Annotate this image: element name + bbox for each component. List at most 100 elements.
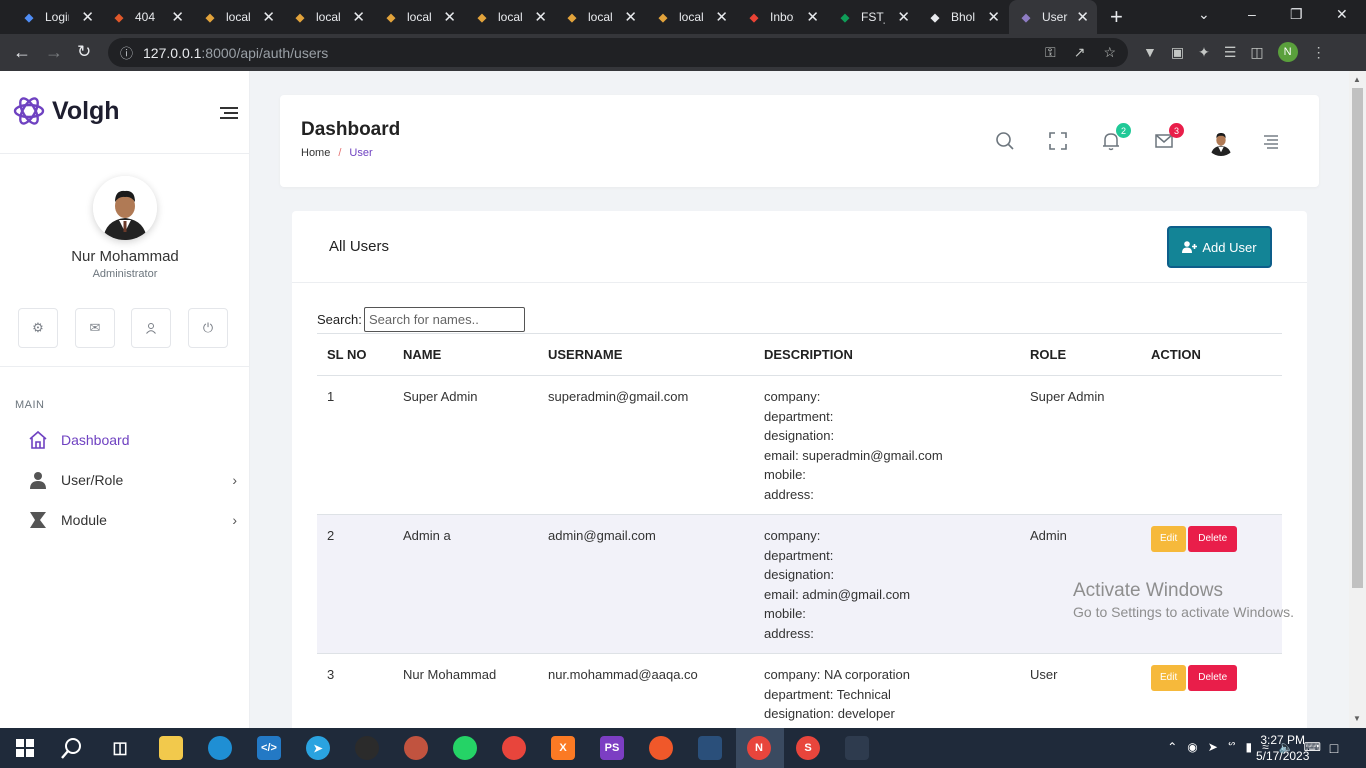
delete-button[interactable]: Delete — [1188, 665, 1238, 691]
vscode-icon[interactable]: </> — [257, 736, 281, 760]
windows-start-icon[interactable] — [13, 736, 37, 760]
close-tab-icon[interactable]: ✕ — [897, 8, 910, 26]
browser-tab[interactable]: ◆ localh ✕ — [193, 0, 283, 34]
column-header-username[interactable]: USERNAME — [538, 333, 754, 376]
breadcrumb-home[interactable]: Home — [301, 147, 330, 159]
browser-tab[interactable]: ◆ localh ✕ — [283, 0, 373, 34]
reload-icon[interactable]: ↻ — [77, 42, 91, 62]
network-app-icon[interactable] — [404, 736, 428, 760]
profile-avatar[interactable]: N — [1277, 42, 1298, 62]
chevron-up-icon[interactable]: ⌃ — [1167, 740, 1177, 754]
close-tab-icon[interactable]: ✕ — [624, 8, 637, 26]
browser-tab[interactable]: ◆ 404 N ✕ — [102, 0, 192, 34]
address-bar[interactable]: ⓘ 127.0.0.1:8000/api/auth/users ⚿ ↗ ☆ — [108, 38, 1128, 67]
scroll-down-icon[interactable]: ▼ — [1353, 714, 1361, 723]
notification-center-icon[interactable]: □ — [1322, 736, 1346, 760]
browser-tab[interactable]: ◆ Inbox ✕ — [737, 0, 827, 34]
close-tab-icon[interactable]: ✕ — [262, 8, 275, 26]
extension-v-icon[interactable]: ▼ — [1143, 44, 1157, 60]
minimize-icon[interactable]: – — [1248, 6, 1256, 22]
close-tab-icon[interactable]: ✕ — [443, 8, 456, 26]
taskbar-clock[interactable]: 3:27 PM 5/17/2023 — [1256, 732, 1309, 764]
fullscreen-icon[interactable] — [1048, 131, 1068, 156]
column-header-name[interactable]: NAME — [393, 333, 538, 376]
logout-button[interactable]: ⏻ — [188, 308, 228, 348]
xampp-icon[interactable]: X — [551, 736, 575, 760]
close-tab-icon[interactable]: ✕ — [534, 8, 547, 26]
close-tab-icon[interactable]: ✕ — [715, 8, 728, 26]
search-input[interactable] — [364, 307, 525, 332]
extension-image-icon[interactable]: ▣ — [1171, 44, 1184, 61]
search-icon[interactable] — [995, 131, 1015, 156]
phpstorm-icon[interactable]: PS — [600, 736, 624, 760]
chrome-profile-s-icon[interactable]: S — [796, 736, 820, 760]
profile-button[interactable] — [131, 308, 171, 348]
telegram-icon[interactable]: ➤ — [306, 736, 330, 760]
tab-search-icon[interactable]: ⌄ — [1198, 6, 1210, 23]
scroll-up-icon[interactable]: ▲ — [1353, 75, 1361, 84]
close-tab-icon[interactable]: ✕ — [1076, 8, 1089, 26]
forward-icon[interactable]: → — [45, 42, 63, 63]
telegram-tray-icon[interactable]: ➤ — [1208, 740, 1218, 754]
key-icon[interactable]: ⚿ — [1045, 44, 1056, 61]
new-tab-icon[interactable]: + — [1110, 4, 1123, 30]
task-view-icon[interactable]: ◫ — [108, 736, 132, 760]
column-header-role[interactable]: ROLE — [1020, 333, 1141, 376]
close-tab-icon[interactable]: ✕ — [81, 8, 94, 26]
search-icon[interactable] — [60, 736, 84, 760]
battery-icon[interactable]: ▮ — [1246, 740, 1253, 754]
sidebar-toggle-icon[interactable] — [220, 107, 238, 122]
header-user-avatar[interactable] — [1206, 126, 1236, 156]
share-icon[interactable]: ↗ — [1074, 44, 1086, 61]
sidebar-item-dashboard[interactable]: Dashboard — [28, 428, 243, 452]
git-tool-icon[interactable] — [845, 736, 869, 760]
messages-mail-icon[interactable]: 3 — [1154, 123, 1184, 156]
colorful-app-icon[interactable] — [355, 736, 379, 760]
column-header-sl-no[interactable]: SL NO — [317, 333, 393, 376]
page-scrollbar[interactable]: ▲ ▼ — [1349, 71, 1366, 728]
browser-tab[interactable]: ◆ localh ✕ — [465, 0, 555, 34]
tray-app-icon[interactable]: ◉ — [1187, 740, 1197, 754]
user-avatar[interactable] — [93, 176, 157, 240]
settings-button[interactable]: ⚙ — [18, 308, 58, 348]
media-queue-icon[interactable]: ☰ — [1224, 44, 1237, 61]
edge-icon[interactable] — [208, 736, 232, 760]
delete-button[interactable]: Delete — [1188, 526, 1238, 552]
extensions-puzzle-icon[interactable]: ✦ — [1198, 44, 1210, 61]
browser-tab[interactable]: ◆ Login ✕ — [12, 0, 102, 34]
brand-logo[interactable]: Volgh — [12, 94, 120, 128]
back-icon[interactable]: ← — [13, 42, 31, 63]
site-info-icon[interactable]: ⓘ — [120, 43, 133, 62]
edit-button[interactable]: Edit — [1151, 526, 1187, 552]
scrollbar-thumb[interactable] — [1352, 88, 1363, 588]
browser-tab[interactable]: ◆ localh ✕ — [555, 0, 645, 34]
close-window-icon[interactable]: ✕ — [1336, 6, 1348, 23]
bookmark-star-icon[interactable]: ☆ — [1103, 44, 1116, 61]
close-tab-icon[interactable]: ✕ — [352, 8, 365, 26]
maximize-icon[interactable]: ❐ — [1290, 6, 1303, 23]
edit-button[interactable]: Edit — [1151, 665, 1187, 691]
mysql-workbench-icon[interactable] — [698, 736, 722, 760]
postman-icon[interactable] — [649, 736, 673, 760]
chrome-menu-icon[interactable]: ⋮ — [1312, 44, 1326, 61]
browser-tab[interactable]: ◆ FST_S ✕ — [828, 0, 918, 34]
close-tab-icon[interactable]: ✕ — [171, 8, 184, 26]
sidebar-item-user-role[interactable]: User/Role › — [28, 468, 243, 492]
browser-tab[interactable]: ◆ Bhola ✕ — [918, 0, 1008, 34]
close-tab-icon[interactable]: ✕ — [806, 8, 819, 26]
chrome-profile-n-icon[interactable]: N — [747, 736, 771, 760]
mail-button[interactable]: ✉ — [75, 308, 115, 348]
browser-tab[interactable]: ◆ localh ✕ — [646, 0, 736, 34]
whatsapp-icon[interactable] — [453, 736, 477, 760]
file-explorer-icon[interactable] — [159, 736, 183, 760]
bluetooth-icon[interactable]: ᔥ — [1228, 740, 1236, 754]
right-sidebar-toggle-icon[interactable] — [1262, 133, 1280, 154]
notifications-bell-icon[interactable]: 2 — [1101, 123, 1131, 156]
browser-tab[interactable]: ◆ User ✕ — [1009, 0, 1097, 34]
chrome-icon[interactable] — [502, 736, 526, 760]
column-header-description[interactable]: DESCRIPTION — [754, 333, 1020, 376]
close-tab-icon[interactable]: ✕ — [987, 8, 1000, 26]
side-panel-icon[interactable]: ◫ — [1250, 44, 1263, 61]
browser-tab[interactable]: ◆ localh ✕ — [374, 0, 464, 34]
add-user-button[interactable]: Add User — [1167, 226, 1272, 268]
